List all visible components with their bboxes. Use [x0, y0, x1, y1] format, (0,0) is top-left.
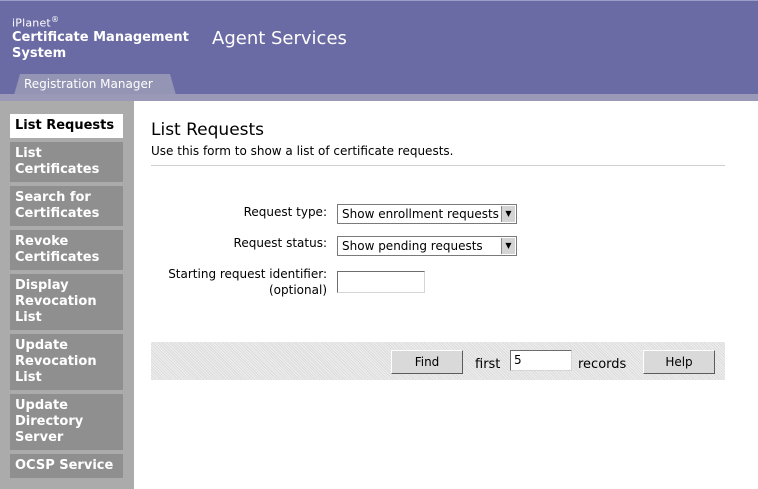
sidebar-item-list-requests[interactable]: List Requests — [10, 114, 123, 138]
starting-id-label: Starting request identifier: (optional) — [168, 267, 327, 297]
sidebar-item-ocsp-service[interactable]: OCSP Service — [10, 454, 123, 478]
request-type-label: Request type: — [243, 205, 327, 219]
brand-product-line1: Certificate Management — [12, 29, 189, 45]
sidebar-item-update-revocation-list[interactable]: Update Revocation List — [10, 334, 123, 390]
sidebar-item-list-certificates[interactable]: List Certificates — [10, 142, 123, 182]
request-status-value: Show pending requests — [342, 239, 483, 253]
tab-registration-manager[interactable]: Registration Manager — [14, 74, 176, 95]
records-count-input[interactable]: 5 — [510, 350, 572, 371]
request-status-label: Request status: — [233, 236, 327, 250]
brand-block: iPlanet® Certificate Management System — [12, 15, 189, 62]
action-bar: Find first 5 records Help — [151, 342, 725, 380]
chevron-down-icon[interactable]: ▼ — [501, 238, 515, 254]
app-header: iPlanet® Certificate Management System A… — [0, 0, 758, 95]
sidebar-item-update-directory-server[interactable]: Update Directory Server — [10, 394, 123, 450]
brand-product-line2: System — [12, 45, 67, 61]
app-title: Agent Services — [212, 28, 347, 49]
page-title: List Requests — [151, 120, 265, 140]
find-button[interactable]: Find — [391, 350, 463, 374]
sidebar-item-revoke-certificates[interactable]: Revoke Certificates — [10, 230, 123, 270]
request-type-value: Show enrollment requests — [342, 207, 499, 221]
chevron-down-icon[interactable]: ▼ — [501, 206, 515, 222]
starting-id-input[interactable] — [337, 271, 425, 293]
title-divider — [151, 165, 725, 166]
brand-name: iPlanet — [12, 16, 51, 30]
sidebar-item-display-revocation-list[interactable]: Display Revocation List — [10, 274, 123, 330]
header-underbar — [0, 94, 758, 101]
sidebar-item-search-certificates[interactable]: Search for Certificates — [10, 186, 123, 226]
first-label: first — [475, 357, 501, 372]
help-button[interactable]: Help — [643, 350, 715, 374]
request-status-select[interactable]: Show pending requests ▼ — [337, 236, 517, 256]
registered-mark: ® — [50, 15, 60, 24]
records-label: records — [578, 357, 627, 372]
sidebar: List Requests List Certificates Search f… — [0, 101, 134, 489]
main-content: List Requests Use this form to show a li… — [134, 101, 758, 489]
page-description: Use this form to show a list of certific… — [151, 144, 454, 158]
request-type-select[interactable]: Show enrollment requests ▼ — [337, 204, 517, 224]
